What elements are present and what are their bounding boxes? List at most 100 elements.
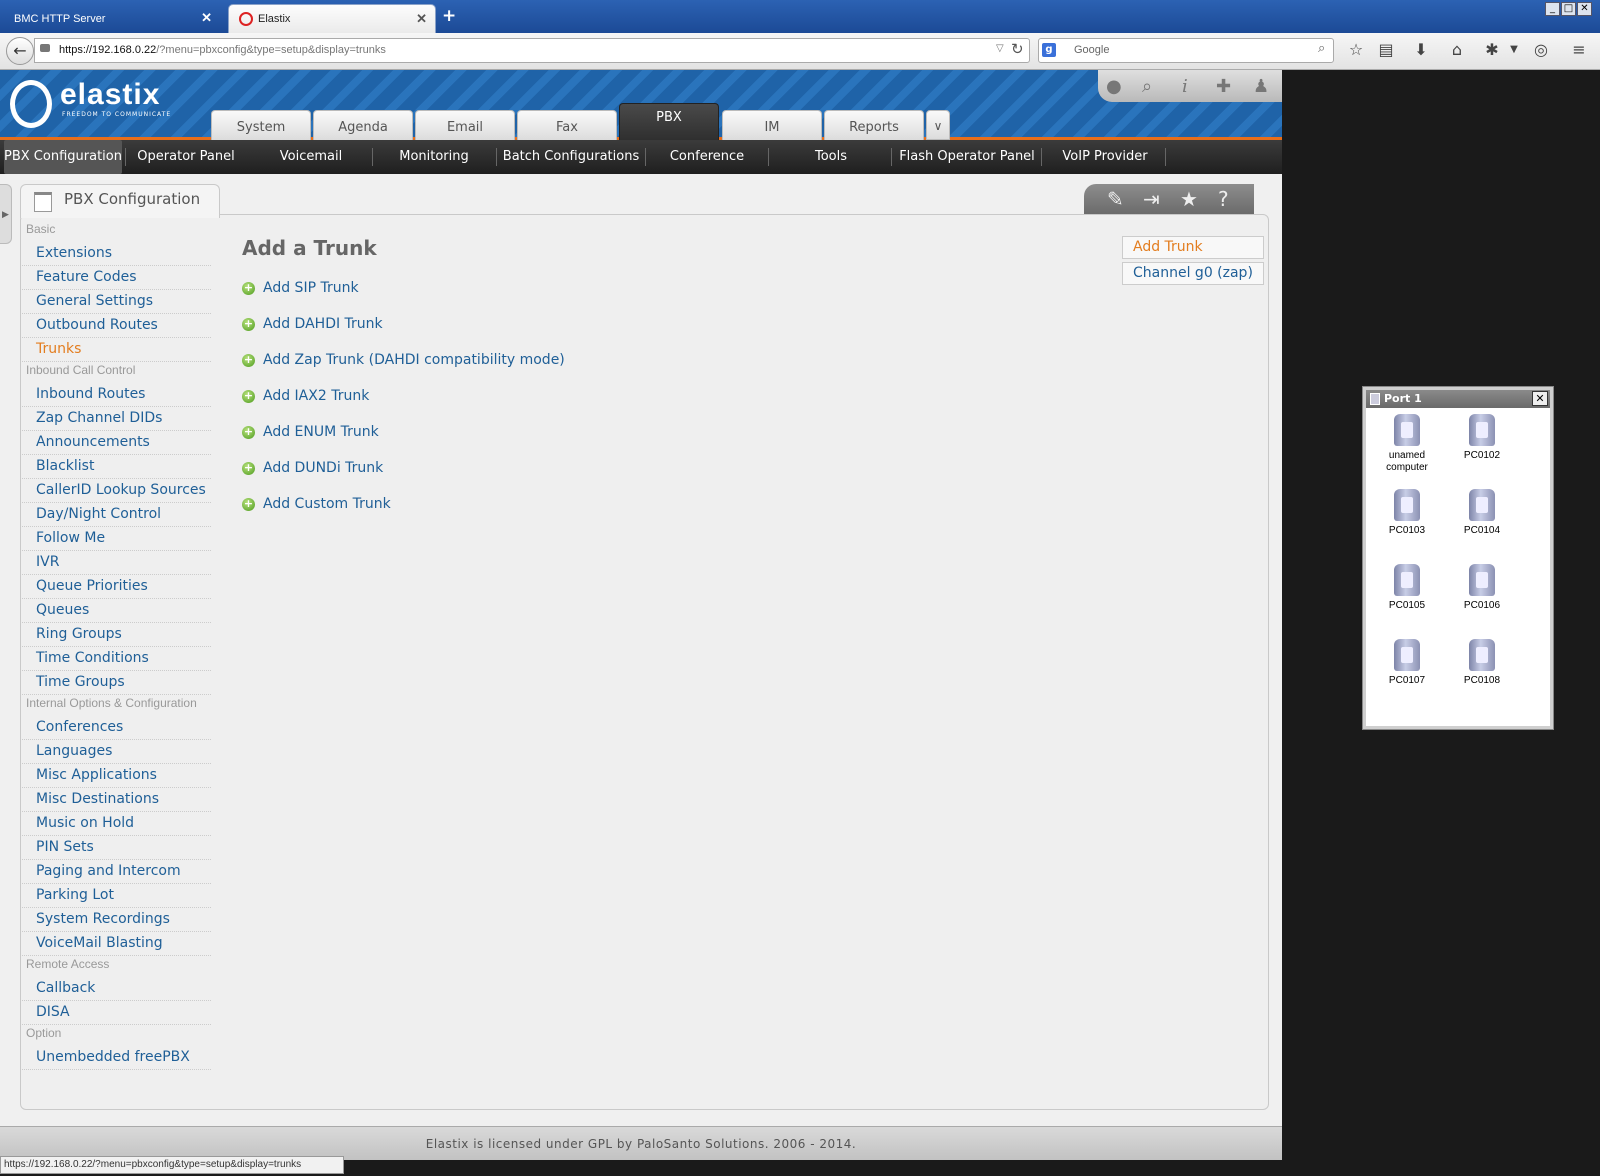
sidebar-item-ivr[interactable]: IVR [22, 551, 211, 575]
sidebar-item-disa[interactable]: DISA [22, 1001, 211, 1025]
back-button[interactable]: ← [6, 37, 34, 65]
sidebar-item-ring-groups[interactable]: Ring Groups [22, 623, 211, 647]
sidebar-toggle-icon[interactable]: ▶ [0, 184, 12, 244]
subnav-voip-provider[interactable]: VoIP Provider [1050, 140, 1160, 174]
subnav-tools[interactable]: Tools [785, 140, 877, 174]
sidebar-item-time-groups[interactable]: Time Groups [22, 671, 211, 695]
home-icon[interactable]: ⌂ [1446, 40, 1468, 59]
computer-item[interactable]: PC0106 [1445, 564, 1519, 612]
sidebar-item-queues[interactable]: Queues [22, 599, 211, 623]
close-icon[interactable]: ✕ [416, 11, 427, 27]
sidebar-item-misc-destinations[interactable]: Misc Destinations [22, 788, 211, 812]
tab-pbx[interactable]: PBX [619, 103, 719, 140]
subnav-operator-panel[interactable]: Operator Panel [130, 140, 242, 174]
reload-icon[interactable]: ↻ [1011, 40, 1024, 58]
bookmark-star-icon[interactable]: ☆ [1345, 40, 1367, 59]
minimize-icon[interactable]: _ [1545, 2, 1560, 16]
addons-icon[interactable]: ✚ [1216, 76, 1231, 97]
url-bar[interactable]: https://192.168.0.22/?menu=pbxconfig&typ… [34, 38, 1030, 63]
computer-item[interactable]: PC0102 [1445, 414, 1519, 462]
subnav-monitoring[interactable]: Monitoring [386, 140, 482, 174]
browser-tab-bmc[interactable]: BMC HTTP Server ✕ [4, 4, 220, 33]
new-tab-button[interactable]: + [442, 6, 456, 26]
theme-drop-icon[interactable]: ● [1106, 76, 1122, 97]
computer-item[interactable]: unamed computer [1370, 414, 1444, 474]
star-icon[interactable]: ★ [1180, 187, 1198, 211]
add-icon: + [242, 280, 255, 295]
user-icon[interactable]: ♟ [1253, 76, 1269, 97]
info-icon[interactable]: i [1182, 76, 1188, 97]
subnav-pbx-configuration[interactable]: PBX Configuration [4, 140, 122, 174]
sidebar-item-extensions[interactable]: Extensions [22, 242, 211, 266]
subnav-flash-operator-panel[interactable]: Flash Operator Panel [896, 140, 1038, 174]
tab-agenda[interactable]: Agenda [313, 110, 413, 140]
menu-icon[interactable]: ≡ [1568, 40, 1590, 59]
expand-icon[interactable]: ⇥ [1143, 187, 1160, 211]
add-sip-trunk-link[interactable]: + Add SIP Trunk [242, 280, 359, 296]
sidebar-item-outbound-routes[interactable]: Outbound Routes [22, 314, 211, 338]
more-tabs-chevron-icon[interactable]: ∨ [926, 110, 950, 140]
download-icon[interactable]: ⬇ [1410, 40, 1432, 59]
sidebar-item-pin-sets[interactable]: PIN Sets [22, 836, 211, 860]
sidebar-item-voicemail-blasting[interactable]: VoiceMail Blasting [22, 932, 211, 956]
add-iax2-trunk-link[interactable]: + Add IAX2 Trunk [242, 388, 369, 404]
sidebar-item-paging-and-intercom[interactable]: Paging and Intercom [22, 860, 211, 884]
sync-icon[interactable]: ◎ [1530, 40, 1552, 59]
search-input[interactable]: Google [1038, 38, 1334, 63]
chevron-down-icon[interactable]: ▼ [1503, 44, 1525, 55]
search-icon[interactable]: ⌕ [1318, 41, 1325, 56]
tab-reports[interactable]: Reports [824, 110, 924, 140]
computer-item[interactable]: PC0103 [1370, 489, 1444, 537]
google-icon[interactable]: g [1042, 43, 1056, 57]
url-dropdown-icon[interactable]: ▽ [996, 43, 1004, 54]
help-icon[interactable]: ? [1218, 187, 1229, 211]
subnav-voicemail[interactable]: Voicemail [260, 140, 362, 174]
sidebar-item-languages[interactable]: Languages [22, 740, 211, 764]
sidebar-item-feature-codes[interactable]: Feature Codes [22, 266, 211, 290]
browser-tab-elastix[interactable]: Elastix ✕ [228, 4, 436, 33]
right-list-channel-g0[interactable]: Channel g0 (zap) [1122, 262, 1264, 285]
sidebar-item-follow-me[interactable]: Follow Me [22, 527, 211, 551]
sidebar-item-system-recordings[interactable]: System Recordings [22, 908, 211, 932]
maximize-icon[interactable]: □ [1561, 2, 1576, 16]
sidebar-item-queue-priorities[interactable]: Queue Priorities [22, 575, 211, 599]
sidebar-item-inbound-routes[interactable]: Inbound Routes [22, 383, 211, 407]
close-icon[interactable]: ✕ [1532, 391, 1548, 406]
sidebar-item-conferences[interactable]: Conferences [22, 716, 211, 740]
computer-item[interactable]: PC0107 [1370, 639, 1444, 687]
search-icon[interactable]: ⌕ [1142, 76, 1152, 97]
add-zap-trunk-link[interactable]: + Add Zap Trunk (DAHDI compatibility mode… [242, 352, 565, 368]
sidebar-item-unembedded-freepbx[interactable]: Unembedded freePBX [22, 1046, 211, 1070]
computer-item[interactable]: PC0104 [1445, 489, 1519, 537]
tab-system[interactable]: System [211, 110, 311, 140]
addon-icon[interactable]: ✱ [1481, 40, 1503, 59]
subnav-batch-configurations[interactable]: Batch Configurations [500, 140, 642, 174]
sidebar-item-day-night-control[interactable]: Day/Night Control [22, 503, 211, 527]
sidebar-item-announcements[interactable]: Announcements [22, 431, 211, 455]
sidebar-item-callback[interactable]: Callback [22, 977, 211, 1001]
subnav-conference[interactable]: Conference [660, 140, 754, 174]
add-dundi-trunk-link[interactable]: + Add DUNDi Trunk [242, 460, 383, 476]
tab-im[interactable]: IM [722, 110, 822, 140]
computer-item[interactable]: PC0108 [1445, 639, 1519, 687]
close-icon[interactable]: ✕ [201, 10, 212, 26]
add-custom-trunk-link[interactable]: + Add Custom Trunk [242, 496, 391, 512]
sidebar-item-trunks[interactable]: Trunks [22, 338, 211, 362]
tab-email[interactable]: Email [415, 110, 515, 140]
add-enum-trunk-link[interactable]: + Add ENUM Trunk [242, 424, 379, 440]
sidebar-item-music-on-hold[interactable]: Music on Hold [22, 812, 211, 836]
sidebar-item-blacklist[interactable]: Blacklist [22, 455, 211, 479]
sidebar-item-general-settings[interactable]: General Settings [22, 290, 211, 314]
right-list-add-trunk[interactable]: Add Trunk [1122, 236, 1264, 259]
sidebar-item-time-conditions[interactable]: Time Conditions [22, 647, 211, 671]
sidebar-item-zap-channel-dids[interactable]: Zap Channel DIDs [22, 407, 211, 431]
sidebar-item-misc-applications[interactable]: Misc Applications [22, 764, 211, 788]
sidebar-item-parking-lot[interactable]: Parking Lot [22, 884, 211, 908]
add-dahdi-trunk-link[interactable]: + Add DAHDI Trunk [242, 316, 383, 332]
computer-item[interactable]: PC0105 [1370, 564, 1444, 612]
tab-fax[interactable]: Fax [517, 110, 617, 140]
reading-list-icon[interactable]: ▤ [1375, 40, 1397, 59]
edit-icon[interactable]: ✎ [1107, 187, 1124, 211]
close-window-icon[interactable]: ✕ [1577, 2, 1592, 16]
sidebar-item-callerid-lookup-sources[interactable]: CallerID Lookup Sources [22, 479, 211, 503]
